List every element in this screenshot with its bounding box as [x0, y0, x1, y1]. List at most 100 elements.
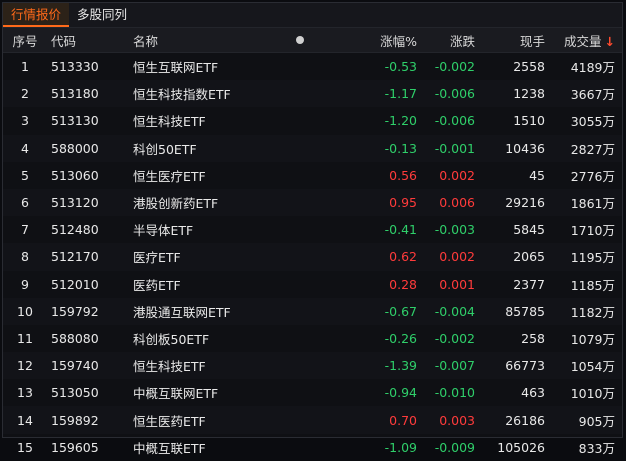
- row-change: -0.007: [434, 358, 475, 374]
- row-change: -0.002: [434, 59, 475, 75]
- row-current-hands: 29216: [505, 195, 545, 211]
- table-row[interactable]: 14 159892 恒生医药ETF 0.70 0.003 26186 905万: [3, 406, 622, 434]
- row-current-hands: 258: [521, 330, 545, 346]
- row-index: 10: [17, 303, 33, 319]
- row-change: 0.006: [439, 195, 475, 211]
- col-header-current-hands[interactable]: 现手: [479, 31, 549, 50]
- row-name: 科创50ETF: [133, 141, 197, 157]
- col-header-volume[interactable]: 成交量 ↓: [549, 31, 619, 50]
- row-index: 13: [17, 385, 33, 401]
- row-change-pct: -0.26: [384, 330, 417, 346]
- row-change: 0.002: [439, 167, 475, 183]
- row-current-hands: 2558: [513, 59, 545, 75]
- row-change: -0.006: [434, 113, 475, 129]
- row-change: -0.006: [434, 86, 475, 102]
- row-volume: 1710万: [570, 223, 615, 239]
- row-index: 6: [21, 195, 29, 211]
- table-row[interactable]: 12 159740 恒生科技ETF -1.39 -0.007 66773 1054万: [3, 352, 622, 380]
- row-index: 11: [17, 330, 33, 346]
- row-code: 512480: [51, 222, 99, 238]
- row-change-pct: 0.62: [389, 249, 417, 265]
- row-volume: 3055万: [570, 114, 615, 130]
- row-name: 医疗ETF: [133, 250, 181, 266]
- row-index: 1: [21, 59, 29, 75]
- table-row[interactable]: 2 513180 恒生科技指数ETF -1.17 -0.006 1238 3667万: [3, 80, 622, 108]
- row-change: -0.001: [434, 140, 475, 156]
- row-code: 513130: [51, 113, 99, 129]
- row-change-pct: -1.20: [384, 113, 417, 129]
- col-header-index[interactable]: 序号: [3, 31, 47, 50]
- table-row[interactable]: 11 588080 科创板50ETF -0.26 -0.002 258 1079万: [3, 325, 622, 352]
- table-body: 1 513330 恒生互联网ETF -0.53 -0.002 2558 4189万 2 5131…: [3, 53, 622, 461]
- row-change: -0.009: [434, 439, 475, 455]
- row-change-pct: -0.53: [384, 59, 417, 75]
- row-name: 医药ETF: [133, 277, 181, 293]
- table-row[interactable]: 1 513330 恒生互联网ETF -0.53 -0.002 2558 4189万: [3, 53, 622, 80]
- row-volume: 833万: [578, 440, 615, 456]
- col-header-marker[interactable]: [279, 36, 321, 44]
- row-volume: 1010万: [570, 386, 615, 402]
- row-name: 恒生科技ETF: [133, 114, 206, 130]
- row-code: 513060: [51, 167, 99, 183]
- table-row[interactable]: 3 513130 恒生科技ETF -1.20 -0.006 1510 3055万: [3, 107, 622, 134]
- table-row[interactable]: 4 588000 科创50ETF -0.13 -0.001 10436 2827万: [3, 134, 622, 162]
- row-index: 14: [17, 412, 33, 428]
- row-current-hands: 1510: [513, 113, 545, 129]
- row-name: 恒生互联网ETF: [133, 60, 219, 76]
- row-name: 半导体ETF: [133, 223, 194, 239]
- row-change: 0.001: [439, 276, 475, 292]
- row-name: 港股创新药ETF: [133, 196, 219, 212]
- row-volume: 1861万: [570, 196, 615, 212]
- sort-desc-icon: ↓: [604, 33, 615, 49]
- table-row[interactable]: 8 512170 医疗ETF 0.62 0.002 2065 1195万: [3, 243, 622, 271]
- row-code: 513120: [51, 195, 99, 211]
- row-code: 159605: [51, 439, 99, 455]
- row-change-pct: 0.70: [389, 412, 417, 428]
- row-code: 159792: [51, 303, 99, 319]
- row-code: 513050: [51, 385, 99, 401]
- row-change-pct: -1.09: [384, 439, 417, 455]
- table-row[interactable]: 10 159792 港股通互联网ETF -0.67 -0.004 85785 1182万: [3, 297, 622, 325]
- row-volume: 4189万: [570, 60, 615, 76]
- col-header-change[interactable]: 涨跌: [421, 31, 479, 50]
- table-row[interactable]: 9 512010 医药ETF 0.28 0.001 2377 1185万: [3, 271, 622, 298]
- row-name: 恒生科技ETF: [133, 359, 206, 375]
- col-header-change-pct[interactable]: 涨幅%: [321, 31, 421, 50]
- table-row[interactable]: 5 513060 恒生医疗ETF 0.56 0.002 45 2776万: [3, 162, 622, 189]
- dot-icon: [296, 36, 304, 44]
- row-current-hands: 1238: [513, 86, 545, 102]
- row-index: 4: [21, 140, 29, 156]
- row-index: 7: [21, 222, 29, 238]
- row-name: 恒生医疗ETF: [133, 168, 206, 184]
- row-volume: 1054万: [570, 359, 615, 375]
- row-code: 512010: [51, 276, 99, 292]
- row-name: 科创板50ETF: [133, 331, 210, 347]
- row-change: -0.002: [434, 330, 475, 346]
- row-index: 8: [21, 249, 29, 265]
- row-name: 恒生医药ETF: [133, 413, 206, 429]
- row-volume: 1195万: [570, 250, 615, 266]
- tab-multi-stock[interactable]: 多股同列: [69, 3, 135, 27]
- row-volume: 905万: [578, 413, 615, 429]
- row-index: 5: [21, 167, 29, 183]
- col-header-code[interactable]: 代码: [47, 31, 129, 50]
- row-volume: 1079万: [570, 331, 615, 347]
- row-volume: 2776万: [570, 168, 615, 184]
- tab-quotes[interactable]: 行情报价: [3, 3, 70, 27]
- table-row[interactable]: 15 159605 中概互联ETF -1.09 -0.009 105026 833万: [3, 434, 622, 461]
- table-row[interactable]: 6 513120 港股创新药ETF 0.95 0.006 29216 1861万: [3, 188, 622, 217]
- row-code: 588080: [51, 330, 99, 346]
- row-current-hands: 10436: [505, 140, 545, 156]
- table-row[interactable]: 7 512480 半导体ETF -0.41 -0.003 5845 1710万: [3, 216, 622, 243]
- row-index: 3: [21, 113, 29, 129]
- row-change-pct: -0.67: [384, 303, 417, 319]
- row-change: -0.003: [434, 222, 475, 238]
- row-change-pct: -1.17: [384, 86, 417, 102]
- col-header-name[interactable]: 名称: [129, 31, 279, 50]
- row-current-hands: 85785: [505, 303, 545, 319]
- quote-panel: 行情报价 多股同列 序号 代码 名称 涨幅% 涨跌 现手 成交量 ↓ 1 51333…: [2, 2, 623, 456]
- table-row[interactable]: 13 513050 中概互联网ETF -0.94 -0.010 463 1010万: [3, 379, 622, 406]
- row-code: 513330: [51, 59, 99, 75]
- row-change-pct: -0.13: [384, 140, 417, 156]
- row-name: 中概互联网ETF: [133, 386, 219, 402]
